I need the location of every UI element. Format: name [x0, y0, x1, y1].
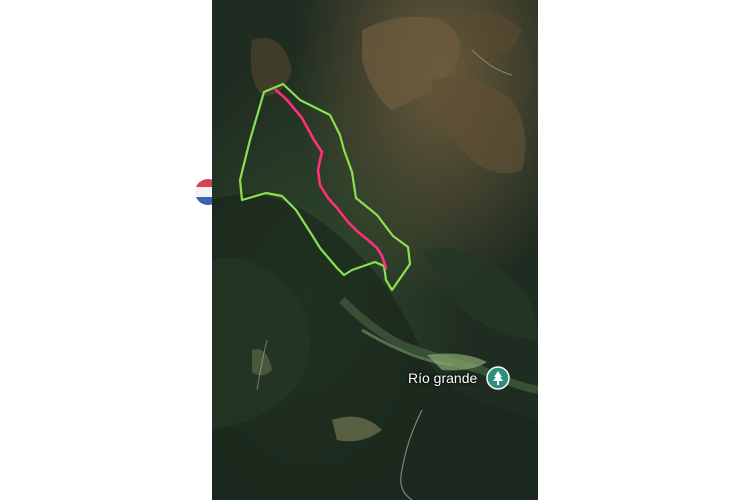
satellite-map[interactable]: Río grande — [212, 0, 538, 500]
place-label-rio-grande[interactable]: Río grande — [408, 370, 477, 386]
map-imagery — [212, 0, 538, 500]
tree-pin-icon[interactable] — [486, 366, 510, 390]
